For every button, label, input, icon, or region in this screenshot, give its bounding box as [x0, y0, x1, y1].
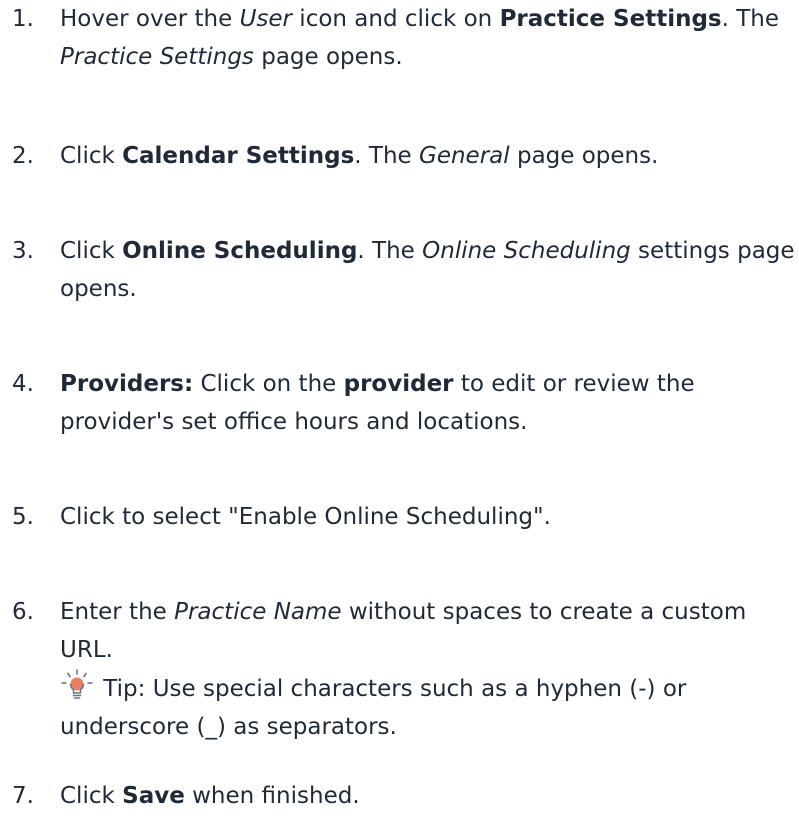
- step-1: 1. Hover over the User icon and click on…: [0, 0, 799, 76]
- step-text-segment: . The: [354, 143, 419, 169]
- step-text-segment: page opens.: [253, 44, 403, 70]
- step-text-segment: Calendar Settings: [122, 143, 355, 169]
- step-text-segment: icon and click on: [292, 6, 500, 32]
- step-text-segment: User: [239, 6, 292, 32]
- tip-text: Tip: Use special characters such as a hy…: [60, 676, 687, 740]
- step-text-segment: when finished.: [184, 783, 360, 809]
- step-2: 2. Click Calendar Settings. The General …: [0, 137, 799, 175]
- step-text-segment: Click on the: [193, 371, 344, 397]
- step-text-segment: Providers:: [60, 371, 194, 397]
- step-text-segment: Click: [60, 143, 123, 169]
- step-text-segment: Save: [122, 783, 185, 809]
- step-text-segment: Click: [60, 238, 123, 264]
- step-number: 5.: [12, 504, 34, 530]
- step-text-segment: page opens.: [509, 143, 659, 169]
- step-text-segment: Enter the: [60, 599, 175, 625]
- step-number: 1.: [12, 6, 34, 32]
- step-text-segment: . The: [721, 6, 780, 32]
- lightbulb-icon: [60, 669, 94, 703]
- step-number: 3.: [12, 238, 34, 264]
- step-7: 7. Click Save when finished.: [0, 777, 799, 815]
- step-text-segment: . The: [357, 238, 423, 264]
- step-text-segment: Click to select "Enable Online Schedulin…: [60, 504, 551, 530]
- step-number: 4.: [12, 371, 34, 397]
- step-3: 3. Click Online Scheduling. The Online S…: [0, 232, 799, 308]
- step-5: 5. Click to select "Enable Online Schedu…: [0, 498, 799, 536]
- step-text-segment: Online Scheduling: [122, 238, 358, 264]
- step-text-segment: Click: [60, 783, 123, 809]
- step-number: 7.: [12, 783, 34, 809]
- step-number: 2.: [12, 143, 34, 169]
- step-text-segment: Hover over the: [60, 6, 240, 32]
- step-number: 6.: [12, 599, 34, 625]
- step-text-segment: Practice Settings: [499, 6, 722, 32]
- step-text-segment: General: [419, 143, 510, 169]
- step-text-segment: Practice Name: [174, 599, 342, 625]
- step-text-segment: Online Scheduling: [422, 238, 631, 264]
- step-6: 6. Enter the Practice Name without space…: [0, 593, 799, 746]
- step-4: 4. Providers: Click on the provider to e…: [0, 365, 799, 441]
- step-text-segment: Practice Settings: [60, 44, 254, 70]
- instruction-list: 1. Hover over the User icon and click on…: [0, 0, 799, 825]
- step-text-segment: provider: [343, 371, 454, 397]
